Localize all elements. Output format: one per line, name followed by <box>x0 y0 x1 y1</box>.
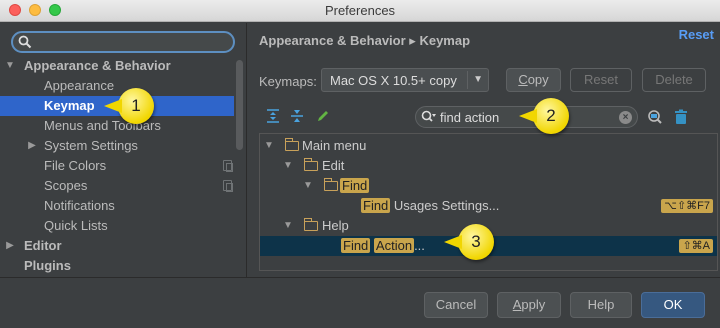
keymap-select[interactable]: Mac OS X 10.5+ copy ▼ <box>321 68 489 92</box>
callout-1: 1 <box>104 88 154 124</box>
collapse-arrow-icon: ▶ <box>28 140 36 151</box>
dialog-footer: Cancel Apply Help OK <box>0 277 720 328</box>
tree-row-find-usages-settings[interactable]: Find Usages Settings... ⌥⇧⌘F7 <box>260 196 717 216</box>
expand-all-icon[interactable] <box>265 108 281 124</box>
folder-icon <box>303 158 318 171</box>
find-by-shortcut-icon[interactable] <box>647 109 663 125</box>
expand-arrow-icon: ▼ <box>5 60 15 71</box>
sidebar-item-system-settings[interactable]: ▶ System Settings <box>0 136 234 156</box>
tree-row-find[interactable]: ▼ Find <box>260 176 717 196</box>
folder-icon <box>284 138 299 151</box>
keymaps-label: Keymaps: <box>259 74 317 89</box>
tree-row-edit[interactable]: ▼ Edit <box>260 156 717 176</box>
trash-icon[interactable] <box>673 109 689 125</box>
window-titlebar: Preferences <box>0 0 720 22</box>
copy-button-label-rest: opy <box>527 72 549 87</box>
search-options-icon[interactable] <box>421 110 437 124</box>
project-settings-icon <box>223 180 233 192</box>
sidebar-item-menus-toolbars[interactable]: Menus and Toolbars <box>0 116 234 136</box>
collapse-all-icon[interactable] <box>289 108 305 124</box>
breadcrumb: Appearance & Behavior ▸ Keymap <box>259 33 471 48</box>
settings-search-input[interactable] <box>11 31 235 53</box>
copy-button[interactable]: Copy <box>506 68 561 92</box>
apply-button[interactable]: Apply <box>497 292 561 318</box>
shortcut-badge: ⌥⇧⌘F7 <box>661 199 713 213</box>
sidebar-item-notifications[interactable]: Notifications <box>0 196 234 216</box>
callout-2: 2 <box>519 98 569 134</box>
delete-button[interactable]: Delete <box>642 68 706 92</box>
sidebar-item-scopes[interactable]: Scopes <box>0 176 234 196</box>
search-match-highlight: Find <box>341 238 371 253</box>
ok-button[interactable]: OK <box>641 292 705 318</box>
project-settings-icon <box>223 160 233 172</box>
tree-row-main-menu[interactable]: ▼ Main menu <box>260 136 717 156</box>
reset-button[interactable]: Reset <box>570 68 632 92</box>
expand-arrow-icon: ▼ <box>283 220 293 231</box>
search-match-highlight: Find <box>361 198 391 213</box>
help-button[interactable]: Help <box>570 292 632 318</box>
settings-sidebar: ▼ Appearance & Behavior Appearance Keyma… <box>0 23 246 277</box>
sidebar-item-appearance[interactable]: Appearance <box>0 76 234 96</box>
sidebar-item-editor[interactable]: ▶ Editor <box>0 236 234 256</box>
shortcut-badge: ⇧⌘A <box>679 239 713 253</box>
search-match-highlight: Find <box>340 178 370 193</box>
edit-pencil-icon[interactable] <box>315 108 331 124</box>
sidebar-scrollbar[interactable] <box>236 60 243 150</box>
expand-arrow-icon: ▼ <box>303 180 313 191</box>
sidebar-item-quick-lists[interactable]: Quick Lists <box>0 216 234 236</box>
clear-search-icon[interactable]: × <box>619 111 632 124</box>
reset-link[interactable]: Reset <box>679 27 714 42</box>
sidebar-item-plugins[interactable]: Plugins <box>0 256 234 276</box>
folder-icon <box>303 218 318 231</box>
cancel-button[interactable]: Cancel <box>424 292 488 318</box>
sidebar-item-file-colors[interactable]: File Colors <box>0 156 234 176</box>
chevron-down-icon: ▼ <box>473 74 483 85</box>
callout-3: 3 <box>444 224 494 260</box>
window-title: Preferences <box>324 3 396 18</box>
expand-arrow-icon: ▼ <box>264 140 274 151</box>
sidebar-item-appearance-behavior[interactable]: ▼ Appearance & Behavior <box>0 56 234 76</box>
search-icon <box>18 35 32 49</box>
breadcrumb-separator-icon: ▸ <box>409 33 416 48</box>
search-match-highlight: Action <box>373 238 415 253</box>
collapse-arrow-icon: ▶ <box>6 240 14 251</box>
expand-arrow-icon: ▼ <box>283 160 293 171</box>
folder-icon <box>323 178 338 191</box>
